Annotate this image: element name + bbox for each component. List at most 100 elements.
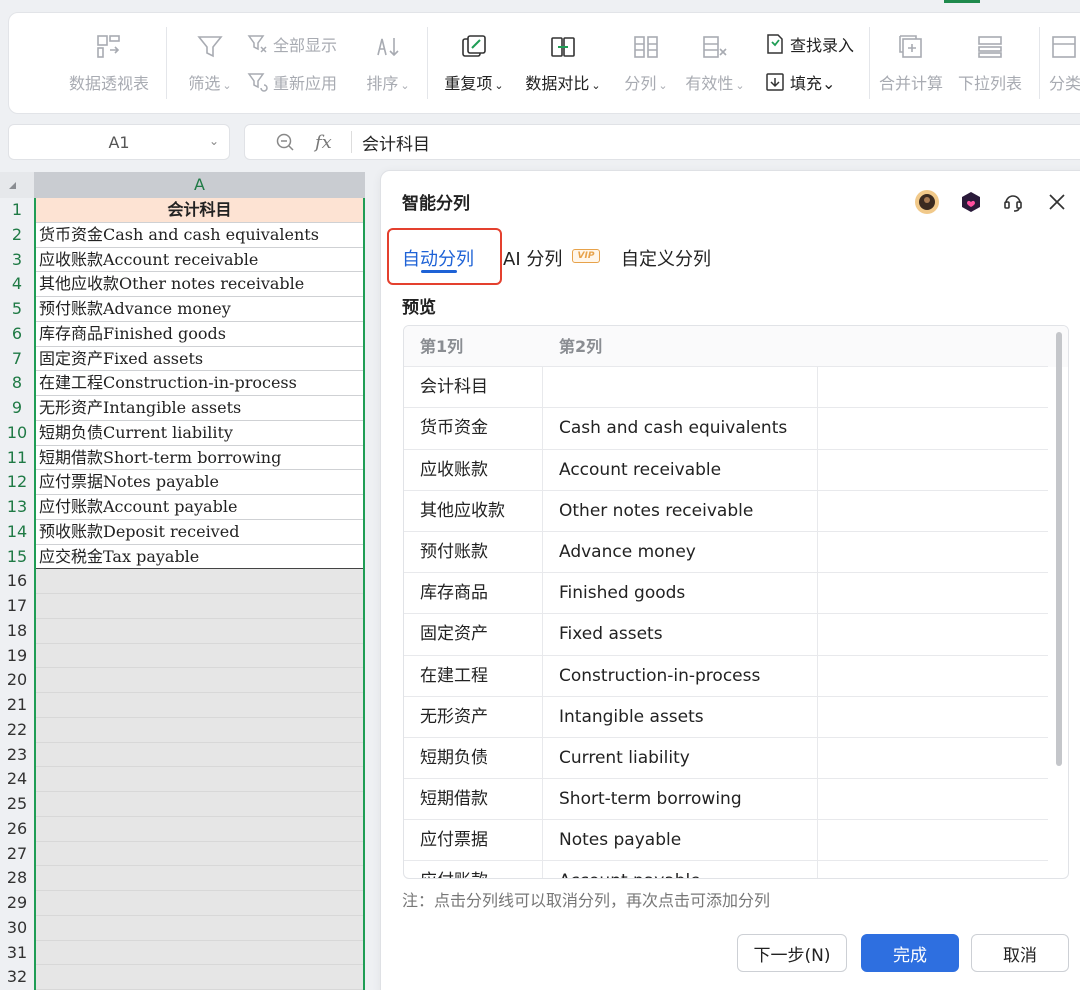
empty-cell[interactable] bbox=[36, 767, 363, 792]
empty-cell[interactable] bbox=[36, 866, 363, 891]
row-header[interactable]: 31 bbox=[0, 941, 34, 966]
empty-cell[interactable] bbox=[36, 816, 363, 842]
empty-cell[interactable] bbox=[36, 940, 363, 966]
row-header[interactable]: 22 bbox=[0, 718, 34, 743]
data-cell[interactable]: 应付账款Account payable bbox=[36, 495, 363, 520]
fill-button[interactable]: 填充⌄ bbox=[764, 69, 835, 95]
user-avatar-icon[interactable] bbox=[913, 188, 941, 216]
close-icon[interactable] bbox=[1043, 188, 1071, 216]
data-cell[interactable]: 在建工程Construction-in-process bbox=[36, 371, 363, 396]
data-cell[interactable]: 库存商品Finished goods bbox=[36, 321, 363, 347]
row-header[interactable]: 8 bbox=[0, 371, 34, 396]
formula-bar[interactable]: fx 会计科目 bbox=[244, 124, 1080, 160]
row-header[interactable]: 12 bbox=[0, 470, 34, 495]
row-header[interactable]: 16 bbox=[0, 569, 34, 594]
pivot-table-button[interactable]: 数据透视表 bbox=[67, 13, 151, 113]
empty-cell[interactable] bbox=[36, 742, 363, 768]
sort-button[interactable]: 排序 ⌄ bbox=[359, 13, 417, 113]
cancel-button[interactable]: 取消 bbox=[971, 934, 1069, 972]
row-header[interactable]: 32 bbox=[0, 965, 34, 990]
row-header[interactable]: 18 bbox=[0, 619, 34, 644]
data-cell[interactable]: 无形资产Intangible assets bbox=[36, 396, 363, 421]
empty-cell[interactable] bbox=[36, 717, 363, 743]
row-header[interactable]: 26 bbox=[0, 817, 34, 842]
empty-cell[interactable] bbox=[36, 965, 363, 990]
data-cell[interactable]: 其他应收款Other notes receivable bbox=[36, 272, 363, 297]
row-header[interactable]: 21 bbox=[0, 693, 34, 718]
preview-scrollbar[interactable] bbox=[1056, 332, 1062, 766]
data-cell[interactable]: 应交税金Tax payable bbox=[36, 544, 363, 570]
preview-table[interactable]: 第1列 第2列 会计科目 货币资金 Cash and cash equivalent… bbox=[403, 325, 1069, 879]
name-box[interactable]: A1 ⌄ bbox=[8, 124, 230, 160]
empty-cell[interactable] bbox=[36, 792, 363, 817]
empty-cell[interactable] bbox=[36, 915, 363, 941]
row-header[interactable]: 3 bbox=[0, 248, 34, 273]
formula-content[interactable]: 会计科目 bbox=[362, 130, 430, 155]
reapply-button[interactable]: 重新应用 bbox=[247, 69, 337, 95]
row-header[interactable]: 1 bbox=[0, 198, 34, 223]
dropdown-list-button[interactable]: 下拉列表 bbox=[955, 13, 1025, 113]
header-cell[interactable]: 会计科目 bbox=[36, 198, 363, 223]
row-header[interactable]: 4 bbox=[0, 272, 34, 297]
empty-cell[interactable] bbox=[36, 618, 363, 644]
duplicates-button[interactable]: 重复项 ⌄ bbox=[441, 13, 507, 113]
row-header[interactable]: 5 bbox=[0, 297, 34, 322]
validity-button[interactable]: 有效性 ⌄ bbox=[679, 13, 751, 113]
row-header[interactable]: 10 bbox=[0, 421, 34, 446]
row-header[interactable]: 27 bbox=[0, 842, 34, 867]
empty-cell[interactable] bbox=[36, 841, 363, 867]
empty-cell[interactable] bbox=[36, 643, 363, 669]
empty-cell[interactable] bbox=[36, 693, 363, 718]
row-header[interactable]: 6 bbox=[0, 322, 34, 347]
data-cell[interactable]: 应付票据Notes payable bbox=[36, 470, 363, 495]
row-header[interactable]: 25 bbox=[0, 792, 34, 817]
preview-row: 其他应收款 Other notes receivable bbox=[404, 491, 1068, 533]
row-header[interactable]: 28 bbox=[0, 866, 34, 891]
ai-assistant-icon[interactable] bbox=[957, 188, 985, 216]
data-cell[interactable]: 预付账款Advance money bbox=[36, 297, 363, 322]
split-column-button[interactable]: 分列 ⌄ bbox=[617, 13, 675, 113]
row-header[interactable]: 13 bbox=[0, 495, 34, 520]
find-entry-button[interactable]: 查找录入 bbox=[764, 31, 854, 57]
empty-cell[interactable] bbox=[36, 569, 363, 594]
finish-button[interactable]: 完成 bbox=[861, 934, 959, 972]
consolidate-button[interactable]: 合并计算 bbox=[875, 13, 947, 113]
row-header[interactable]: 11 bbox=[0, 446, 34, 471]
data-cell[interactable]: 短期借款Short-term borrowing bbox=[36, 445, 363, 471]
empty-cell[interactable] bbox=[36, 594, 363, 619]
column-header-a[interactable]: A bbox=[34, 172, 365, 198]
data-compare-button[interactable]: 数据对比 ⌄ bbox=[521, 13, 605, 113]
tab-auto-split[interactable]: 自动分列 bbox=[402, 245, 474, 271]
data-cell[interactable]: 固定资产Fixed assets bbox=[36, 346, 363, 372]
row-header[interactable]: 7 bbox=[0, 347, 34, 372]
row-header[interactable]: 24 bbox=[0, 767, 34, 792]
next-step-button[interactable]: 下一步(N) bbox=[737, 934, 847, 972]
select-all-corner[interactable] bbox=[0, 172, 34, 198]
row-header[interactable]: 9 bbox=[0, 396, 34, 421]
function-icon[interactable]: fx bbox=[315, 132, 345, 153]
data-cell[interactable]: 应收账款Account receivable bbox=[36, 247, 363, 273]
empty-cell[interactable] bbox=[36, 668, 363, 693]
row-header[interactable]: 30 bbox=[0, 916, 34, 941]
data-cell[interactable]: 短期负债Current liability bbox=[36, 420, 363, 446]
chevron-down-icon[interactable]: ⌄ bbox=[209, 134, 219, 148]
reapply-icon bbox=[247, 73, 268, 92]
support-headset-icon[interactable] bbox=[999, 188, 1027, 216]
row-header[interactable]: 29 bbox=[0, 891, 34, 916]
row-header[interactable]: 23 bbox=[0, 743, 34, 768]
classify-button[interactable]: 分类 bbox=[1049, 13, 1080, 113]
show-all-button[interactable]: 全部显示 bbox=[247, 31, 337, 57]
row-header[interactable]: 15 bbox=[0, 545, 34, 570]
empty-cell[interactable] bbox=[36, 891, 363, 916]
row-header[interactable]: 20 bbox=[0, 668, 34, 693]
data-cell[interactable]: 预收账款Deposit received bbox=[36, 519, 363, 545]
row-header[interactable]: 19 bbox=[0, 644, 34, 669]
zoom-icon[interactable] bbox=[275, 131, 297, 153]
tab-ai-split[interactable]: AI 分列 bbox=[503, 245, 562, 271]
row-header[interactable]: 17 bbox=[0, 594, 34, 619]
row-header[interactable]: 2 bbox=[0, 223, 34, 248]
data-cell[interactable]: 货币资金Cash and cash equivalents bbox=[36, 222, 363, 248]
tab-custom-split[interactable]: 自定义分列 bbox=[621, 245, 711, 271]
filter-button[interactable]: 筛选 ⌄ bbox=[181, 13, 239, 113]
row-header[interactable]: 14 bbox=[0, 520, 34, 545]
